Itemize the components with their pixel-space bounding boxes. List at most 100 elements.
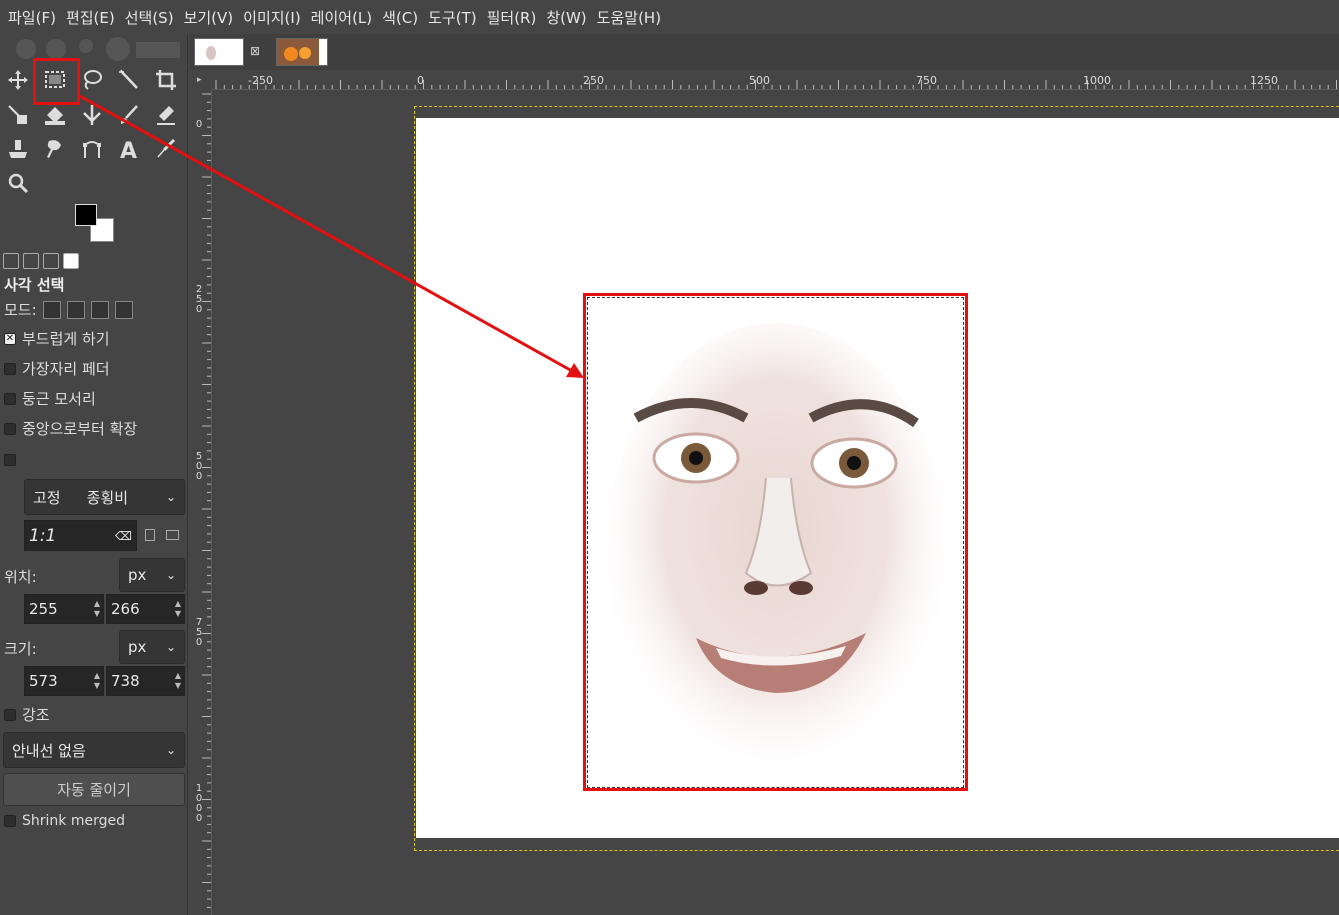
smudge-tool-icon[interactable] [40,134,70,164]
mode-subtract-icon[interactable] [90,300,109,319]
rounded-row[interactable]: 둥근 모서리 [4,388,96,409]
tool-options-title: 사각 선택 [4,276,65,294]
antialias-row[interactable]: ✕ 부드럽게 하기 [4,328,110,349]
ruler-label: 250 [583,74,604,87]
feather-checkbox[interactable] [4,362,16,375]
highlight-row[interactable]: 강조 [4,704,50,725]
size-h-field[interactable]: 738 ▲ ▼ [106,666,185,696]
position-unit-value: px [128,566,147,584]
ruler-label: 750 [916,74,937,87]
ruler-top[interactable]: -250 0 250 500 750 1000 1250 [212,72,1339,90]
ruler-label: 0 [417,74,424,87]
menu-file[interactable]: 파일(F) [4,7,60,28]
portrait-icon[interactable] [145,529,155,541]
selection-marching-ants [587,297,964,788]
color-swatches[interactable] [73,204,117,244]
menu-view[interactable]: 보기(V) [180,7,238,28]
antialias-checkbox[interactable]: ✕ [4,332,16,345]
rounded-label: 둥근 모서리 [22,390,96,408]
zoom-tool-icon[interactable] [3,168,33,198]
image-tab-face[interactable] [194,38,244,66]
size-w-field[interactable]: 573 ▲ ▼ [24,666,104,696]
shrink-merged-row[interactable]: Shrink merged [4,813,125,829]
lasso-tool-icon[interactable] [77,65,107,95]
dock-tabs [0,250,188,272]
path-tool-icon[interactable] [77,134,107,164]
ruler-label: 1000 [1083,74,1111,87]
ruler-menu-icon: ▸ [197,75,202,85]
mode-label: 모드: [4,301,37,319]
position-label: 위치: [4,568,37,586]
menu-filters[interactable]: 필터(R) [483,7,541,28]
mode-add-icon[interactable] [66,300,85,319]
warp-tool-icon[interactable] [77,100,107,130]
position-y-field[interactable]: 266 ▲ ▼ [106,594,185,624]
eraser-tool-icon[interactable] [151,100,181,130]
paintbrush-tool-icon[interactable] [114,100,144,130]
menu-select[interactable]: 선택(S) [121,7,178,28]
size-unit-combo[interactable]: px ⌄ [119,630,185,664]
device-status-tab[interactable] [23,253,39,269]
ruler-left[interactable]: 0 250 500 750 1000 [192,90,212,915]
image-tab-oranges[interactable] [276,38,328,66]
spin-arrows-icon[interactable]: ▲ ▼ [91,671,103,691]
auto-shrink-button[interactable]: 자동 줄이기 [3,773,185,806]
crop-tool-icon[interactable] [151,65,181,95]
chevron-down-icon: ⌄ [165,568,176,582]
menu-image[interactable]: 이미지(I) [239,7,305,28]
rounded-checkbox[interactable] [4,392,16,405]
text-tool-icon[interactable]: A [114,134,144,164]
feather-label: 가장자리 페더 [22,360,110,378]
shrink-merged-checkbox[interactable] [4,815,16,827]
ruler-corner[interactable]: ▸ [192,72,212,90]
bucket-fill-tool-icon[interactable] [40,100,70,130]
position-x-field[interactable]: 255 ▲ ▼ [24,594,104,624]
mode-intersect-icon[interactable] [114,300,133,319]
position-unit-combo[interactable]: px ⌄ [119,558,185,592]
expand-center-row[interactable]: 중앙으로부터 확장 [4,418,137,439]
chevron-down-icon: ⌄ [165,640,176,654]
fixed-checkbox[interactable] [4,454,16,466]
tool-options-tab[interactable] [3,253,19,269]
close-tab-icon[interactable]: ⊠ [250,44,260,58]
fixed-row [4,454,16,466]
menu-windows[interactable]: 창(W) [542,7,590,28]
feather-row[interactable]: 가장자리 페더 [4,358,110,379]
image-tab-bar: ⊠ [190,34,1339,70]
images-tab[interactable] [63,253,79,269]
color-picker-tool-icon[interactable] [151,134,181,164]
undo-history-tab[interactable] [43,253,59,269]
mode-replace-icon[interactable] [42,300,61,319]
foreground-color-swatch[interactable] [75,204,97,226]
fixed-label: 고정 [33,488,61,507]
expand-center-checkbox[interactable] [4,422,16,435]
highlight-checkbox[interactable] [4,708,16,721]
fuzzy-select-tool-icon[interactable] [114,65,144,95]
clone-tool-icon[interactable] [3,134,33,164]
landscape-icon[interactable] [166,530,179,540]
menu-tools[interactable]: 도구(T) [424,7,480,28]
spin-arrows-icon[interactable]: ▲ ▼ [172,599,184,619]
ruler-label: 250 [195,284,203,315]
spin-arrows-icon[interactable]: ▲ ▼ [172,671,184,691]
ruler-label: 500 [195,451,203,482]
canvas-area[interactable] [213,91,1339,915]
mode-row: 모드: [4,299,133,320]
chevron-down-icon: ⌄ [165,490,176,504]
ratio-field[interactable]: 1:1 ⌫ [24,520,137,551]
menu-colors[interactable]: 색(C) [378,7,422,28]
guides-combo[interactable]: 안내선 없음 ⌄ [3,732,185,768]
menu-layer[interactable]: 레이어(L) [307,7,376,28]
move-tool-icon[interactable] [3,65,33,95]
expand-center-label: 중앙으로부터 확장 [22,420,138,438]
clear-icon[interactable]: ⌫ [115,529,132,543]
transform-tool-icon[interactable] [3,100,33,130]
menu-help[interactable]: 도움말(H) [593,7,665,28]
size-unit-value: px [128,638,147,656]
toolbox: A 사각 선택 모드: ✕ 부드럽게 하기 가장자리 페더 둥근 모서리 중앙으로… [0,34,188,915]
ruler-label: 750 [195,617,203,648]
menu-edit[interactable]: 편집(E) [62,7,119,28]
ruler-label: 1000 [195,783,203,824]
fixed-combo[interactable]: 고정 종횡비 ⌄ [24,479,185,515]
spin-arrows-icon[interactable]: ▲ ▼ [91,599,103,619]
